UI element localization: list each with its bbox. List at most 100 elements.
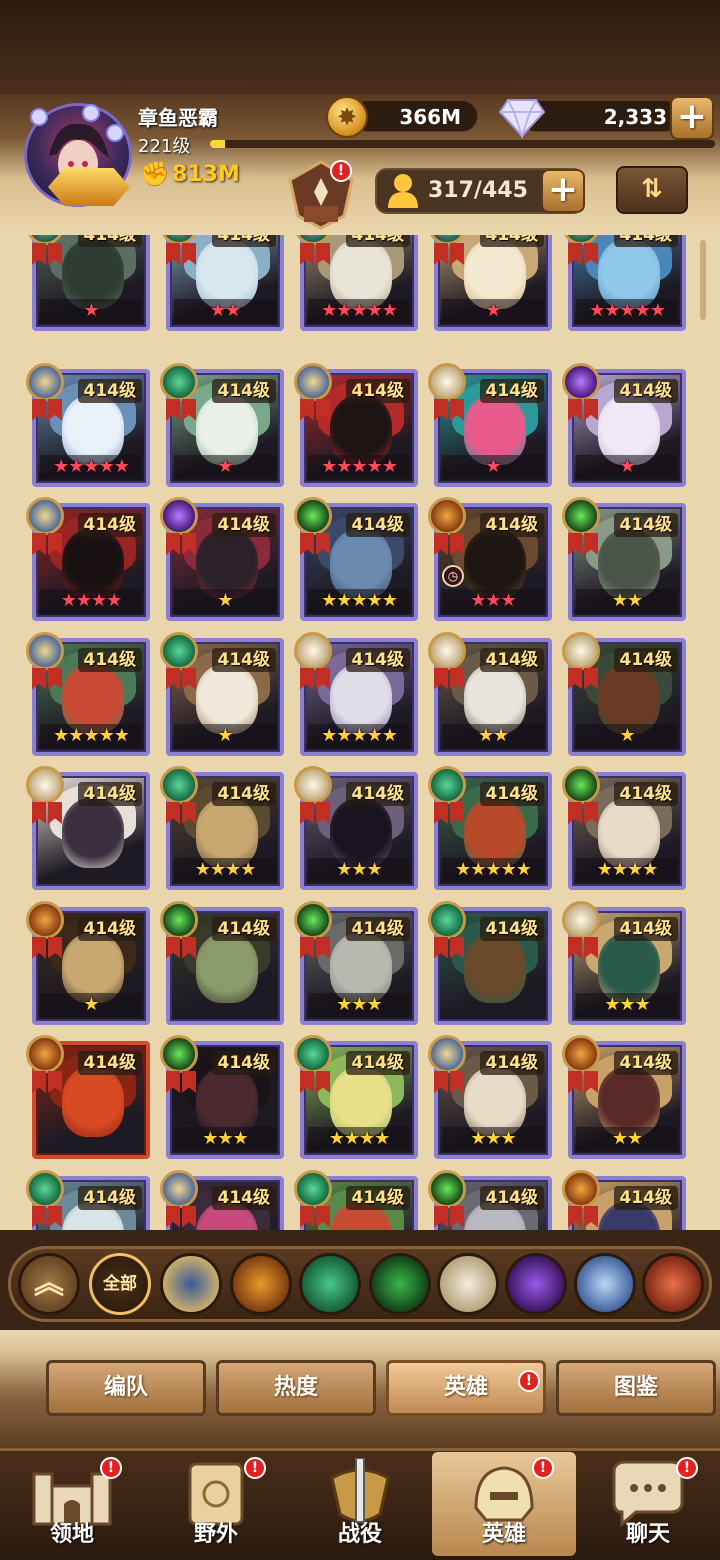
hero-stars: ★★★ <box>442 589 544 613</box>
graveborn-faction-icon <box>160 1035 198 1073</box>
hero-stars: ★★★★ <box>308 1127 410 1151</box>
celestial-faction-icon <box>562 631 600 670</box>
hero-stars: ★★★★★ <box>442 858 544 882</box>
lightbearer-faction-icon <box>428 1035 466 1073</box>
filter-graveborn-button[interactable] <box>369 1253 431 1315</box>
celestial-faction-icon <box>562 900 600 939</box>
nav-campaign[interactable]: 战役 <box>288 1452 432 1556</box>
lightbearer-faction-icon <box>294 362 332 401</box>
filter-lightbearer-button[interactable] <box>160 1253 222 1315</box>
hero-stars: ★★★ <box>308 858 410 882</box>
filter-dragon-button[interactable] <box>642 1253 704 1315</box>
hero-level: 414级 <box>77 378 142 403</box>
filter-celestial-button[interactable] <box>437 1253 499 1315</box>
dragon-icon <box>645 1256 701 1312</box>
hero-stars: ★ <box>40 992 142 1017</box>
wilder-faction-icon <box>160 631 198 670</box>
avatar-flower-decoration <box>106 124 124 142</box>
nav-chat[interactable]: 聊天 <box>576 1452 720 1556</box>
tab-formation[interactable]: 编队 <box>46 1360 206 1416</box>
celestial-faction-icon <box>294 766 332 804</box>
nav-label: 领地 <box>49 1522 94 1547</box>
hero-level: 414级 <box>345 235 410 247</box>
person-icon <box>388 174 418 208</box>
hero-level: 414级 <box>613 916 678 941</box>
filter-collapse-button[interactable]: ︽ <box>18 1253 80 1315</box>
tab-popularity[interactable]: 热度 <box>216 1360 376 1416</box>
sort-button[interactable]: ⇅ <box>616 166 688 214</box>
wilder-faction-icon <box>160 362 198 401</box>
gold-amount: 366M <box>399 105 461 129</box>
hero-stars: ★★★★ <box>576 858 678 882</box>
hero-level: 414级 <box>345 1185 410 1210</box>
hero-stars: ★ <box>174 723 276 748</box>
tab-collection[interactable]: 图鉴 <box>556 1360 716 1416</box>
avatar-flower-decoration <box>82 104 100 122</box>
hero-stars: ★★★ <box>174 1127 276 1151</box>
hero-stars: ★★★★★ <box>40 454 142 479</box>
hero-stars: ★ <box>174 589 276 613</box>
filter-dimensional-button[interactable] <box>574 1253 636 1315</box>
roster-count: 317/445 <box>428 178 528 203</box>
filter-wilder-button[interactable] <box>299 1253 361 1315</box>
nav-alert-badge: ! <box>532 1457 554 1479</box>
xp-bar <box>210 140 715 148</box>
hero-level: 414级 <box>211 513 276 537</box>
lightbearer-faction-icon <box>26 631 64 670</box>
wilder-faction-icon <box>26 1169 64 1208</box>
nav-territory[interactable]: 领地 <box>0 1452 144 1556</box>
hero-portrait-face <box>62 1067 124 1137</box>
wilder-faction-icon <box>294 1169 332 1208</box>
hypogean-faction-icon <box>160 497 198 535</box>
hero-level: 414级 <box>345 782 410 806</box>
hero-stars: ★★ <box>576 1127 678 1151</box>
hero-level: 414级 <box>345 647 410 672</box>
lightbearer-faction-icon <box>26 362 64 401</box>
hero-stars: ★★★★★ <box>308 454 410 479</box>
hero-stars: ★★★★★ <box>308 723 410 748</box>
hero-level: 414级 <box>345 378 410 403</box>
avatar-flower-decoration <box>30 108 48 126</box>
chevron-up-icon: ︽ <box>34 1266 64 1301</box>
hero-level: 414级 <box>77 513 142 537</box>
dimensional-icon <box>577 1256 633 1312</box>
nav-wild[interactable]: 野外 <box>144 1452 288 1556</box>
nav-heroes[interactable]: 英雄 <box>432 1452 576 1556</box>
hypogean-icon <box>508 1256 564 1312</box>
hero-stars: ★★ <box>576 589 678 613</box>
filter-hypogean-button[interactable] <box>505 1253 567 1315</box>
expand-roster-button[interactable]: + <box>541 169 585 213</box>
hero-level: 414级 <box>613 647 678 672</box>
xp-bar-fill <box>210 140 226 148</box>
hero-level: 414级 <box>479 916 544 941</box>
hero-level: 414级 <box>211 378 276 403</box>
hero-level: 414级 <box>479 647 544 672</box>
hero-level: 414级 <box>613 513 678 537</box>
hero-level: 414级 <box>211 1051 276 1075</box>
graveborn-faction-icon <box>160 900 198 939</box>
hero-stars: ★★★★★ <box>40 723 142 748</box>
hero-level: 414级 <box>345 513 410 537</box>
hero-level: 414级 <box>211 782 276 806</box>
tab-alert-badge: ! <box>518 1370 540 1392</box>
hero-stars: ★ <box>576 723 678 748</box>
celestial-faction-icon <box>428 631 466 670</box>
crest-alert-badge: ! <box>330 160 352 182</box>
mauler-faction-icon <box>26 900 64 939</box>
hero-stars: ★★★ <box>442 1127 544 1151</box>
grid-scrollbar[interactable] <box>700 240 706 320</box>
filter-all-button[interactable]: 全部 <box>89 1253 151 1315</box>
fist-icon: ✊ <box>140 160 170 188</box>
hero-level: 414级 <box>77 647 142 672</box>
hero-level: 414级 <box>613 782 678 806</box>
hypogean-faction-icon <box>562 362 600 401</box>
hero-level: 414级 <box>77 782 142 806</box>
hero-stars: ★★★★★ <box>576 299 678 323</box>
wilder-faction-icon <box>294 1035 332 1073</box>
nav-label: 英雄 <box>481 1522 526 1547</box>
add-diamonds-button[interactable]: + <box>670 96 714 140</box>
filter-mauler-button[interactable] <box>230 1253 292 1315</box>
mauler-faction-icon <box>562 1169 600 1208</box>
celestial-faction-icon <box>428 362 466 401</box>
hero-stars: ★★★★★ <box>308 589 410 613</box>
